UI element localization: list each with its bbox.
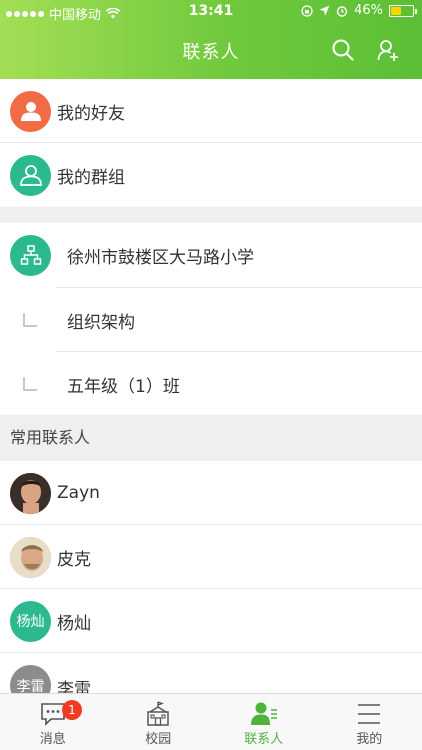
contact-name: 杨灿 [57, 613, 91, 634]
tab-label: 我的 [356, 732, 383, 747]
nav-header: 中国移动 13:41 46% 联系人 [0, 0, 422, 79]
battery-percent: 46% [354, 3, 383, 18]
contact-row[interactable]: 杨灿 杨灿 [0, 589, 422, 653]
alarm-icon [336, 5, 348, 17]
group-icon [10, 154, 51, 196]
avatar: 李雷 [10, 665, 51, 693]
unread-badge: 1 [62, 700, 82, 720]
tab-campus[interactable]: 校园 [106, 694, 212, 750]
tree-branch-icon [23, 313, 37, 327]
list-item-school[interactable]: 徐州市鼓楼区大马路小学 [0, 223, 422, 287]
tab-me[interactable]: 我的 [317, 694, 422, 750]
tab-bar: 1 消息 校园 联系人 我的 [0, 693, 422, 750]
friends-label: 我的好友 [57, 103, 125, 124]
tab-messages[interactable]: 1 消息 [0, 694, 106, 750]
avatar [10, 472, 51, 514]
page-title: 联系人 [182, 42, 240, 63]
tab-contacts[interactable]: 联系人 [211, 694, 317, 750]
list-item-groups[interactable]: 我的群组 [0, 143, 422, 207]
tab-label: 校园 [145, 732, 172, 747]
battery-icon [389, 4, 417, 17]
frequent-contacts-header: 常用联系人 [0, 415, 422, 461]
list-item-friends[interactable]: 我的好友 [0, 79, 422, 143]
contact-row[interactable]: 皮克 [0, 525, 422, 589]
org-chart-icon [10, 234, 51, 276]
contact-name: 皮克 [57, 549, 91, 570]
section-spacer [0, 207, 422, 223]
contact-row[interactable]: 李雷 李雷 [0, 653, 422, 693]
tab-label: 联系人 [244, 732, 284, 747]
add-contact-icon[interactable] [376, 38, 400, 62]
tree-branch-icon [23, 377, 37, 391]
groups-label: 我的群组 [57, 167, 125, 188]
school-building-icon [147, 701, 169, 726]
tab-label: 消息 [39, 732, 66, 747]
menu-icon [358, 704, 381, 724]
list-item-org-structure[interactable]: 组织架构 [0, 288, 422, 352]
school-name: 徐州市鼓楼区大马路小学 [67, 247, 254, 268]
avatar [10, 536, 51, 578]
search-icon[interactable] [331, 38, 355, 62]
location-icon [319, 5, 330, 16]
list-item-class[interactable]: 五年级（1）班 [0, 352, 422, 416]
status-bar: 中国移动 13:41 46% [0, 0, 422, 24]
orientation-lock-icon [301, 4, 313, 17]
contact-name: 李雷 [57, 680, 91, 693]
class-label: 五年级（1）班 [67, 376, 180, 397]
contact-name: Zayn [57, 483, 100, 503]
person-icon [10, 90, 51, 132]
contacts-icon [250, 702, 277, 725]
avatar: 杨灿 [10, 600, 51, 642]
org-structure-label: 组织架构 [67, 312, 135, 333]
contact-row[interactable]: Zayn [0, 461, 422, 525]
